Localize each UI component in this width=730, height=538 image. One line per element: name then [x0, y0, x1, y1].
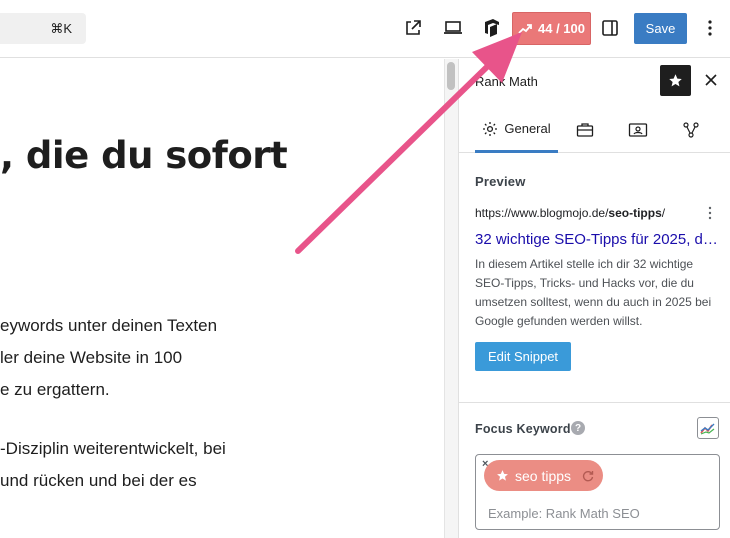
top-toolbar: ⌘K 44 / 100 Save	[0, 0, 730, 58]
more-options-icon[interactable]	[698, 16, 722, 40]
tab-schema-icon[interactable]	[679, 118, 703, 142]
editor-canvas[interactable]: , die du sofort eywords unter deinen Tex…	[0, 59, 444, 538]
command-shortcut: ⌘K	[50, 21, 72, 36]
serp-url: https://www.blogmojo.de/seo-tipps/	[475, 206, 665, 220]
gear-icon	[483, 121, 498, 136]
seo-score-value: 44 / 100	[538, 21, 585, 36]
keyword-chip[interactable]: seo tipps	[484, 460, 603, 491]
pin-favorite-button[interactable]	[660, 65, 691, 96]
close-icon	[705, 74, 717, 86]
sidebar-header: Rank Math	[459, 59, 730, 105]
sidebar-title: Rank Math	[475, 74, 538, 89]
serp-url-suffix: /	[661, 206, 666, 220]
focus-keyword-input[interactable]: × seo tipps Example: Rank Math SEO	[475, 454, 720, 530]
close-sidebar-button[interactable]	[701, 70, 721, 90]
seo-score-button[interactable]: 44 / 100	[512, 12, 591, 45]
focus-keyword-heading: Focus Keyword	[475, 422, 571, 436]
paragraph-line[interactable]: -Disziplin weiterentwickelt, bei	[0, 433, 226, 465]
command-palette-button[interactable]: ⌘K	[0, 13, 86, 44]
serp-more-icon[interactable]	[705, 205, 715, 221]
save-button[interactable]: Save	[634, 13, 687, 44]
tab-social-icon[interactable]	[626, 118, 650, 142]
keyword-refresh-icon[interactable]	[581, 469, 595, 483]
sidebar-tabs: General	[459, 107, 730, 153]
editor-scrollbar-thumb[interactable]	[447, 62, 455, 90]
view-post-icon[interactable]	[401, 16, 425, 40]
post-title[interactable]: , die du sofort	[0, 134, 288, 177]
keyword-placeholder: Example: Rank Math SEO	[488, 506, 640, 521]
serp-description: In diesem Artikel stelle ich dir 32 wich…	[475, 257, 712, 328]
serp-url-slug: seo-tipps	[608, 206, 662, 220]
paragraph-line[interactable]: eywords unter deinen Texten	[0, 310, 217, 342]
edit-snippet-button[interactable]: Edit Snippet	[475, 342, 571, 371]
keyword-trends-button[interactable]	[697, 417, 719, 439]
keyword-chip-label: seo tipps	[515, 467, 572, 484]
trends-icon	[700, 423, 715, 435]
help-icon[interactable]: ?	[571, 421, 585, 435]
tab-general-label: General	[504, 121, 551, 136]
preview-heading: Preview	[475, 174, 526, 189]
editor-scrollbar[interactable]	[444, 59, 458, 538]
serp-url-prefix: https://www.blogmojo.de/	[475, 206, 609, 220]
rank-math-sidebar: Rank Math General Preview https://www.bl…	[458, 59, 730, 538]
score-trend-icon	[518, 23, 532, 34]
star-icon	[669, 74, 682, 87]
section-divider	[459, 402, 730, 403]
plugin-logo-icon[interactable]	[480, 16, 504, 40]
tab-advanced-icon[interactable]	[573, 118, 597, 142]
sidebar-toggle-icon[interactable]	[598, 16, 622, 40]
preview-device-icon[interactable]	[441, 16, 465, 40]
paragraph-line[interactable]: e zu ergattern.	[0, 374, 110, 406]
paragraph-line[interactable]: ler deine Website in 100	[0, 342, 182, 374]
primary-keyword-star-icon	[497, 470, 508, 481]
tab-general[interactable]: General	[475, 107, 558, 153]
paragraph-line[interactable]: und rücken und bei der es	[0, 465, 197, 497]
serp-title: 32 wichtige SEO-Tipps für 2025, die du s…	[475, 231, 720, 248]
